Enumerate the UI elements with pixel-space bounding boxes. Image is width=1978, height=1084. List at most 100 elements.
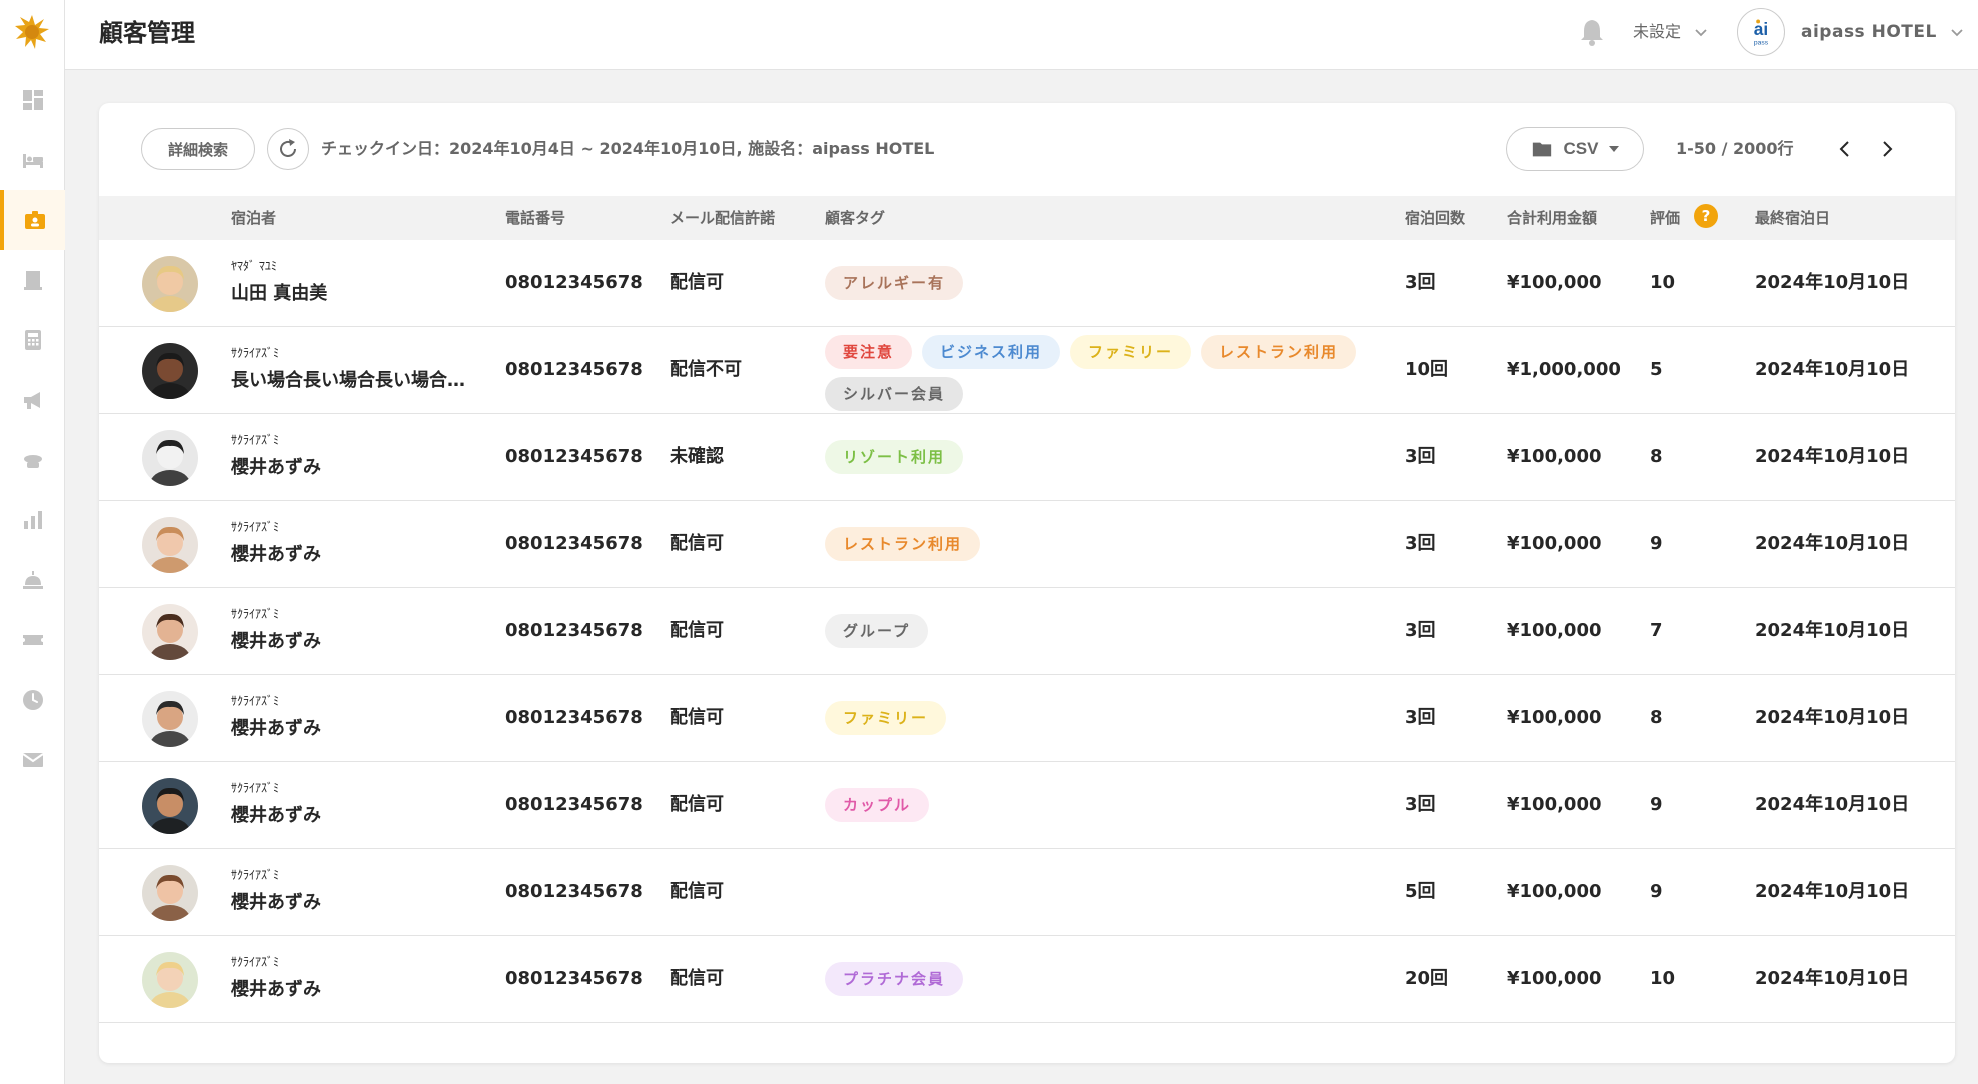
column-header-stays[interactable]: 宿泊回数 bbox=[1405, 207, 1465, 229]
chevron-left-icon bbox=[1839, 141, 1849, 157]
sidebar-item-customer[interactable] bbox=[0, 190, 65, 250]
sidebar-item-history[interactable] bbox=[0, 670, 65, 730]
avatar bbox=[142, 778, 198, 834]
table-row[interactable]: ｻｸﾗｲｱｽﾞﾐ 櫻井あずみ 08012345678 配信可 グループ 3回 ¥100,00… bbox=[99, 588, 1955, 675]
sidebar-item-cleaning[interactable] bbox=[0, 430, 65, 490]
top-header: 顧客管理 未設定 ai pass aipass HOTEL bbox=[65, 0, 1978, 70]
column-header-mail[interactable]: メール配信許諾 bbox=[670, 207, 775, 229]
notification-bell-icon[interactable] bbox=[1579, 18, 1605, 46]
total-amount: ¥100,000 bbox=[1507, 881, 1602, 902]
mail-permission: 配信可 bbox=[670, 533, 724, 554]
rating-value: 10 bbox=[1650, 968, 1676, 989]
column-header-last-stay[interactable]: 最終宿泊日 bbox=[1755, 207, 1830, 229]
stay-count: 3回 bbox=[1405, 272, 1436, 293]
customer-tag: 要注意 bbox=[825, 335, 913, 369]
rating-value: 7 bbox=[1650, 620, 1663, 641]
chevron-right-icon bbox=[1883, 141, 1893, 157]
customer-tag: ファミリー bbox=[1070, 335, 1192, 369]
total-amount: ¥100,000 bbox=[1507, 272, 1602, 293]
mail-permission: 配信可 bbox=[670, 272, 724, 293]
guest-kana: ｻｸﾗｲｱｽﾞﾐ bbox=[231, 433, 280, 447]
guest-name-link[interactable]: 櫻井あずみ bbox=[231, 716, 477, 742]
sidebar-item-mail[interactable] bbox=[0, 730, 65, 790]
total-amount: ¥100,000 bbox=[1507, 533, 1602, 554]
svg-text:ai: ai bbox=[1754, 19, 1768, 39]
user-setting-dropdown[interactable]: 未設定 bbox=[1633, 20, 1709, 44]
sidebar-item-analytics[interactable] bbox=[0, 490, 65, 550]
pagination-info: 1-50 / 2000行 bbox=[1676, 139, 1794, 158]
phone-number: 08012345678 bbox=[505, 359, 643, 380]
rating-value: 10 bbox=[1650, 272, 1676, 293]
phone-number: 08012345678 bbox=[505, 533, 643, 554]
avatar bbox=[142, 952, 198, 1008]
svg-text:pass: pass bbox=[1754, 39, 1769, 46]
stay-count: 3回 bbox=[1405, 707, 1436, 728]
avatar bbox=[142, 430, 198, 486]
customer-tag: アレルギー有 bbox=[825, 266, 964, 300]
guest-kana: ｻｸﾗｲｱｽﾞﾐ bbox=[231, 520, 280, 534]
stay-count: 5回 bbox=[1405, 881, 1436, 902]
table-row[interactable]: ｻｸﾗｲｱｽﾞﾐ 櫻井あずみ 08012345678 配信可 カップル 3回 ¥100,00… bbox=[99, 762, 1955, 849]
avatar bbox=[142, 256, 198, 312]
column-header-amount[interactable]: 合計利用金額 bbox=[1507, 207, 1597, 229]
refresh-icon bbox=[280, 139, 296, 157]
app-logo-icon[interactable] bbox=[14, 14, 50, 50]
csv-button[interactable]: CSV bbox=[1506, 127, 1644, 171]
mail-permission: 未確認 bbox=[670, 446, 724, 467]
table-row[interactable]: ｻｸﾗｲｱｽﾞﾐ 櫻井あずみ 08012345678 配信可 プラチナ会員 20回 ¥100… bbox=[99, 936, 1955, 1023]
column-header-tags[interactable]: 顧客タグ bbox=[825, 207, 885, 229]
customer-tag: シルバー会員 bbox=[825, 377, 964, 411]
mail-permission: 配信可 bbox=[670, 794, 724, 815]
column-header-rating[interactable]: 評価 bbox=[1650, 207, 1680, 229]
user-setting-label: 未設定 bbox=[1633, 22, 1682, 41]
cleaning-icon bbox=[23, 455, 42, 468]
table-row[interactable]: ｻｸﾗｲｱｽﾞﾐ 長い場合長い場合長い場合長い場合 08012345678 配信不可 要… bbox=[99, 327, 1955, 414]
guest-kana: ｻｸﾗｲｱｽﾞﾐ bbox=[231, 868, 280, 882]
avatar bbox=[142, 343, 198, 399]
total-amount: ¥100,000 bbox=[1507, 968, 1602, 989]
table-row[interactable]: ｻｸﾗｲｱｽﾞﾐ 櫻井あずみ 08012345678 配信可 レストラン利用 3回 ¥100… bbox=[99, 501, 1955, 588]
table-row[interactable]: ｻｸﾗｲｱｽﾞﾐ 櫻井あずみ 08012345678 配信可 ファミリー 3回 ¥100,0… bbox=[99, 675, 1955, 762]
sidebar-item-accounting[interactable] bbox=[0, 310, 65, 370]
refresh-button[interactable] bbox=[267, 128, 309, 170]
guest-name-link[interactable]: 櫻井あずみ bbox=[231, 890, 477, 916]
customer-tag: プラチナ会員 bbox=[825, 962, 964, 996]
guest-name-link[interactable]: 櫻井あずみ bbox=[231, 977, 477, 1003]
sidebar-item-ticket[interactable] bbox=[0, 610, 65, 670]
guest-kana: ｻｸﾗｲｱｽﾞﾐ bbox=[231, 607, 280, 621]
table-row[interactable]: ｻｸﾗｲｱｽﾞﾐ 櫻井あずみ 08012345678 未確認 リゾート利用 3回 ¥100,… bbox=[99, 414, 1955, 501]
rating-value: 9 bbox=[1650, 881, 1663, 902]
guest-name-link[interactable]: 長い場合長い場合長い場合長い場合 bbox=[231, 368, 477, 394]
rating-value: 9 bbox=[1650, 794, 1663, 815]
column-header-phone[interactable]: 電話番号 bbox=[505, 207, 565, 229]
table-row[interactable]: ﾔﾏﾀﾞ ﾏﾕﾐ 山田 真由美 08012345678 配信可 アレルギー有 3回 ¥100… bbox=[99, 240, 1955, 327]
table-header: 宿泊者 電話番号 メール配信許諾 顧客タグ 宿泊回数 合計利用金額 評価 ? 最… bbox=[99, 196, 1955, 240]
hotel-selector-dropdown[interactable]: aipass HOTEL bbox=[1801, 20, 1965, 44]
sidebar-item-notice[interactable] bbox=[0, 370, 65, 430]
total-amount: ¥100,000 bbox=[1507, 446, 1602, 467]
hotel-logo-icon[interactable]: ai pass bbox=[1737, 8, 1785, 56]
rating-value: 8 bbox=[1650, 707, 1663, 728]
guest-kana: ｻｸﾗｲｱｽﾞﾐ bbox=[231, 955, 280, 969]
guest-name-link[interactable]: 櫻井あずみ bbox=[231, 455, 477, 481]
chevron-down-icon bbox=[1951, 29, 1963, 37]
caret-down-icon bbox=[1609, 146, 1620, 152]
advanced-search-button[interactable]: 詳細検索 bbox=[141, 128, 255, 170]
sidebar-item-service[interactable] bbox=[0, 550, 65, 610]
phone-number: 08012345678 bbox=[505, 881, 643, 902]
phone-number: 08012345678 bbox=[505, 707, 643, 728]
sidebar-item-facility[interactable] bbox=[0, 250, 65, 310]
guest-name-link[interactable]: 櫻井あずみ bbox=[231, 542, 477, 568]
prev-page-button[interactable] bbox=[1833, 137, 1857, 161]
column-header-guest[interactable]: 宿泊者 bbox=[231, 207, 276, 229]
last-stay-date: 2024年10月10日 bbox=[1755, 707, 1910, 728]
sidebar-item-reservation[interactable] bbox=[0, 130, 65, 190]
guest-name-link[interactable]: 櫻井あずみ bbox=[231, 803, 477, 829]
guest-name-link[interactable]: 山田 真由美 bbox=[231, 281, 477, 307]
table-row[interactable]: ｻｸﾗｲｱｽﾞﾐ 櫻井あずみ 08012345678 配信可 5回 ¥100,000 9 20… bbox=[99, 849, 1955, 936]
next-page-button[interactable] bbox=[1875, 137, 1899, 161]
rating-help-icon[interactable]: ? bbox=[1694, 204, 1718, 228]
guest-name-link[interactable]: 櫻井あずみ bbox=[231, 629, 477, 655]
sidebar-item-dashboard[interactable] bbox=[0, 70, 65, 130]
page-title: 顧客管理 bbox=[99, 19, 195, 47]
